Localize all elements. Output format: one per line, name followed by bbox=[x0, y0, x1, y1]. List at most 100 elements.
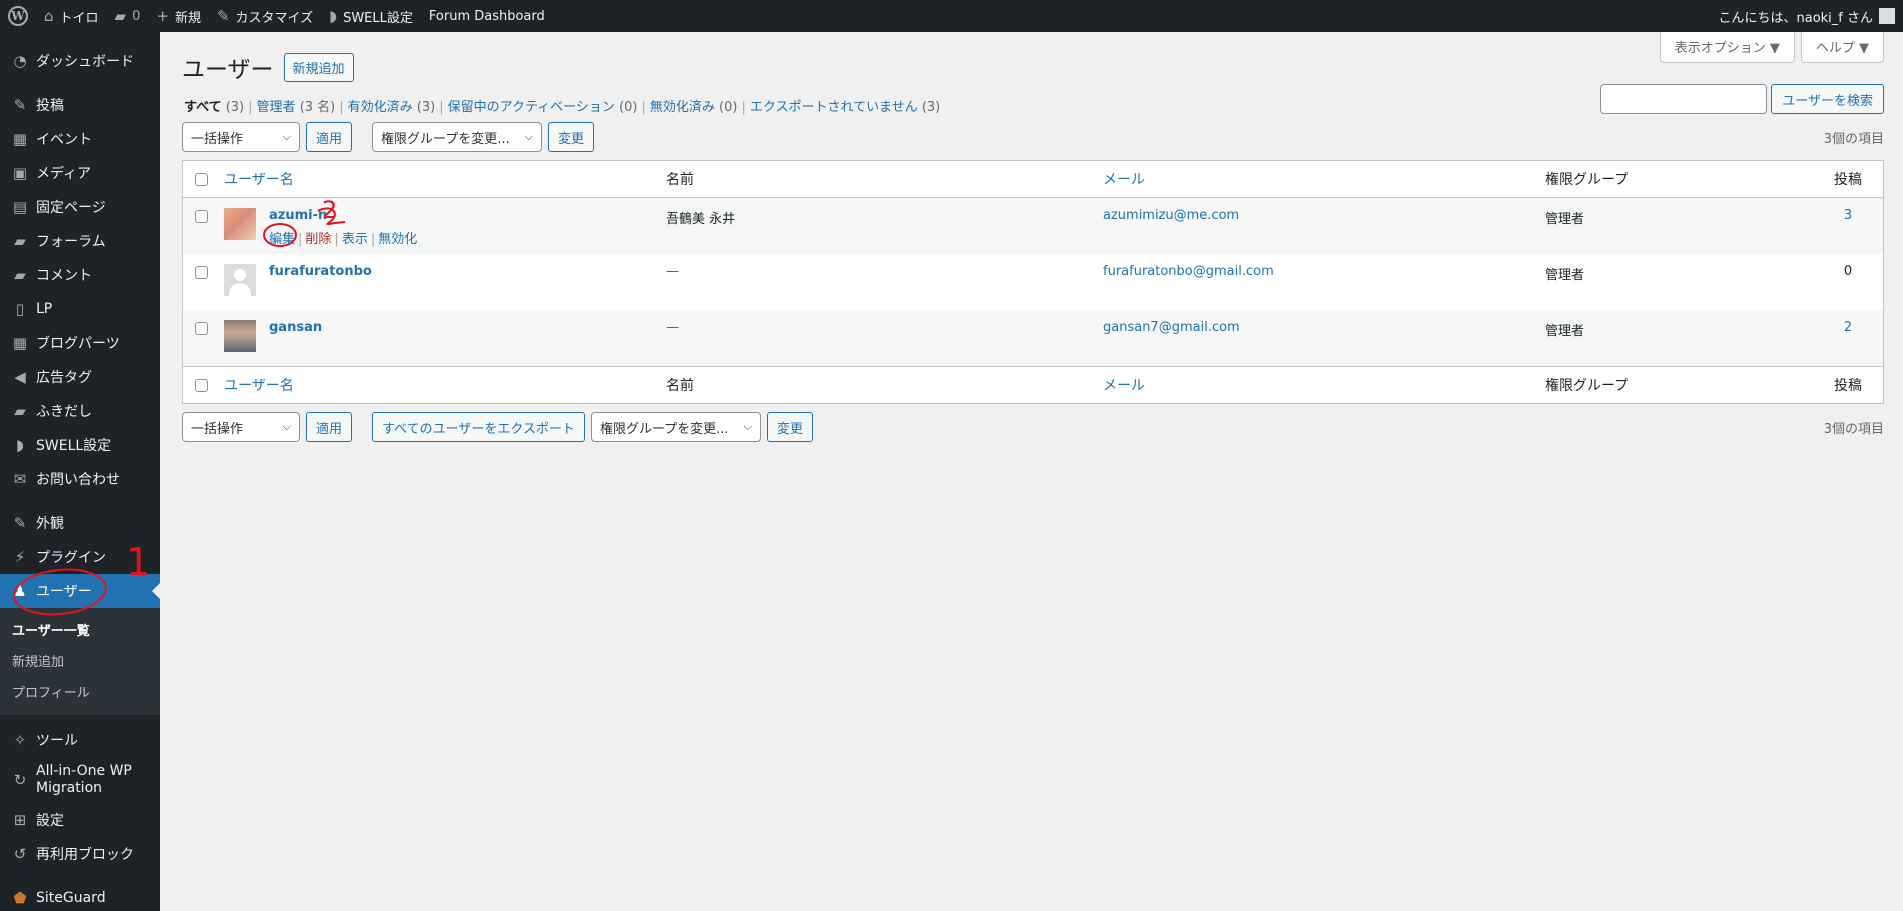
megaphone-icon: ◀ bbox=[14, 368, 26, 386]
delete-user-link[interactable]: 削除 bbox=[305, 232, 331, 247]
view-user-link[interactable]: 表示 bbox=[342, 232, 368, 247]
sidebar-item-ad-tags[interactable]: ◀ 広告タグ bbox=[0, 360, 160, 394]
row-checkbox[interactable] bbox=[195, 322, 208, 335]
sidebar-item-appearance[interactable]: ✎ 外観 bbox=[0, 506, 160, 540]
username-link[interactable]: azumi-n bbox=[269, 208, 327, 223]
bulk-apply-button[interactable]: 適用 bbox=[306, 412, 353, 442]
screen-options-button[interactable]: 表示オプション ▼ bbox=[1659, 32, 1795, 63]
edit-user-link[interactable]: 編集 bbox=[269, 232, 295, 247]
sidebar-item-contact[interactable]: ✉ お問い合わせ bbox=[0, 462, 160, 496]
view-pending-activation[interactable]: 保留中のアクティベーション bbox=[448, 100, 615, 115]
sidebar-item-reusable-blocks[interactable]: ↺ 再利用ブロック bbox=[0, 837, 160, 871]
view-count: (3 名) bbox=[299, 100, 336, 115]
select-all-checkbox[interactable] bbox=[195, 379, 208, 392]
dashboard-icon: ◔ bbox=[13, 52, 27, 70]
user-posts-link[interactable]: 3 bbox=[1823, 208, 1873, 223]
view-administrators[interactable]: 管理者 bbox=[257, 100, 296, 115]
change-role-select[interactable]: 権限グループを変更... ⌵ bbox=[590, 412, 761, 442]
pin-icon: ✎ bbox=[13, 96, 27, 114]
paintbrush-icon: ✎ bbox=[13, 514, 27, 532]
view-deactivated[interactable]: 無効化済み bbox=[650, 100, 715, 115]
search-users-button[interactable]: ユーザーを検索 bbox=[1771, 84, 1884, 114]
user-email-link[interactable]: furafuratonbo@gmail.com bbox=[1103, 264, 1274, 279]
sidebar-item-siteguard[interactable]: ⬟ SiteGuard bbox=[0, 881, 160, 911]
balloon-icon: ▰ bbox=[14, 402, 26, 420]
column-email[interactable]: メール bbox=[1103, 375, 1145, 395]
change-role-button[interactable]: 変更 bbox=[548, 122, 595, 152]
customize-link[interactable]: ✎ カスタマイズ bbox=[209, 0, 321, 32]
user-role-cell: 管理者 bbox=[1545, 324, 1585, 339]
view-all[interactable]: すべて bbox=[184, 100, 222, 115]
view-count: (3) bbox=[225, 100, 245, 115]
submenu-item-add-new[interactable]: 新規追加 bbox=[0, 645, 160, 676]
sidebar-item-label: 外観 bbox=[36, 516, 64, 532]
submenu-item-profile[interactable]: プロフィール bbox=[0, 676, 160, 707]
sidebar-item-tools[interactable]: ✧ ツール bbox=[0, 723, 160, 757]
action-separator: | bbox=[370, 232, 376, 247]
swell-settings-link[interactable]: ◗ SWELL設定 bbox=[321, 0, 421, 32]
deactivate-user-link[interactable]: 無効化 bbox=[378, 232, 417, 247]
comments-link[interactable]: ▰ 0 bbox=[107, 0, 149, 32]
username-link[interactable]: gansan bbox=[269, 320, 322, 335]
wordpress-logo-menu[interactable]: W bbox=[0, 0, 36, 32]
sidebar-item-dashboard[interactable]: ◔ ダッシュボード bbox=[0, 44, 160, 78]
view-not-exported[interactable]: エクスポートされていません bbox=[750, 100, 918, 115]
chevron-down-icon: ⌵ bbox=[282, 130, 291, 143]
row-actions: 編集 | 削除 | 表示 | 無効化 bbox=[269, 228, 417, 247]
sidebar-item-blog-parts[interactable]: ▦ ブログパーツ bbox=[0, 326, 160, 360]
items-count: 3個の項目 bbox=[1823, 421, 1884, 437]
sidebar-item-forums[interactable]: ▰ フォーラム bbox=[0, 224, 160, 258]
sidebar-item-events[interactable]: ▦ イベント bbox=[0, 122, 160, 156]
sidebar-item-balloons[interactable]: ▰ ふきだし bbox=[0, 394, 160, 428]
user-search-input[interactable] bbox=[1600, 84, 1768, 114]
username-link[interactable]: furafuratonbo bbox=[269, 264, 372, 279]
view-separator: | bbox=[439, 100, 444, 115]
new-content-menu[interactable]: + 新規 bbox=[148, 0, 209, 32]
my-account-menu[interactable]: こんにちは、naoki_f さん bbox=[1710, 0, 1903, 32]
column-username[interactable]: ユーザー名 bbox=[224, 375, 294, 395]
view-count: (0) bbox=[619, 100, 638, 115]
sidebar-item-label: SiteGuard bbox=[36, 890, 106, 906]
bulk-action-select[interactable]: 一括操作 ⌵ bbox=[182, 122, 300, 152]
row-checkbox[interactable] bbox=[195, 266, 208, 279]
sidebar-item-settings[interactable]: ⊞ 設定 bbox=[0, 803, 160, 837]
comment-icon: ▰ bbox=[114, 7, 127, 25]
user-email-link[interactable]: gansan7@gmail.com bbox=[1103, 320, 1240, 335]
column-username[interactable]: ユーザー名 bbox=[224, 169, 294, 189]
user-email-link[interactable]: azumimizu@me.com bbox=[1103, 208, 1239, 223]
help-button[interactable]: ヘルプ ▼ bbox=[1800, 32, 1884, 63]
sidebar-item-swell-settings[interactable]: ◗ SWELL設定 bbox=[0, 428, 160, 462]
view-separator: | bbox=[339, 100, 344, 115]
export-all-users-button[interactable]: すべてのユーザーをエクスポート bbox=[372, 412, 585, 442]
add-new-user-button[interactable]: 新規追加 bbox=[283, 52, 354, 82]
column-posts: 投稿 bbox=[1834, 172, 1862, 188]
user-search-box: ユーザーを検索 bbox=[1600, 84, 1884, 114]
table-footer: ユーザー名 名前 メール 権限グループ 投稿 bbox=[183, 366, 1883, 403]
sidebar-item-users[interactable]: ♟ ユーザー bbox=[0, 574, 160, 608]
action-separator: | bbox=[334, 232, 339, 247]
change-role-button[interactable]: 変更 bbox=[766, 412, 813, 442]
sidebar-item-label: SWELL設定 bbox=[36, 438, 112, 454]
sidebar-item-plugins[interactable]: ⚡ プラグイン bbox=[0, 540, 160, 574]
bulk-action-select[interactable]: 一括操作 ⌵ bbox=[182, 412, 300, 442]
bulk-apply-button[interactable]: 適用 bbox=[306, 122, 353, 152]
forum-icon: ▰ bbox=[14, 232, 26, 250]
sidebar-item-posts[interactable]: ✎ 投稿 bbox=[0, 88, 160, 122]
user-posts-link[interactable]: 2 bbox=[1823, 320, 1873, 335]
sidebar-item-pages[interactable]: ▤ 固定ページ bbox=[0, 190, 160, 224]
site-name-link[interactable]: ⌂ トイロ bbox=[36, 0, 107, 32]
view-count: (3) bbox=[921, 100, 941, 115]
submenu-item-all-users[interactable]: ユーザー一覧 bbox=[0, 614, 160, 645]
avatar bbox=[224, 264, 256, 296]
sidebar-item-label: プラグイン bbox=[36, 550, 106, 566]
sidebar-item-comments[interactable]: ▰ コメント bbox=[0, 258, 160, 292]
sidebar-item-migration[interactable]: ↻ All-in-One WP Migration bbox=[0, 757, 160, 803]
select-all-checkbox[interactable] bbox=[195, 173, 208, 186]
row-checkbox[interactable] bbox=[195, 210, 208, 223]
sidebar-item-lp[interactable]: ▯ LP bbox=[0, 292, 160, 326]
view-activated[interactable]: 有効化済み bbox=[348, 100, 413, 115]
sidebar-item-media[interactable]: ▣ メディア bbox=[0, 156, 160, 190]
change-role-select[interactable]: 権限グループを変更... ⌵ bbox=[372, 122, 543, 152]
column-email[interactable]: メール bbox=[1103, 169, 1145, 189]
forum-dashboard-link[interactable]: Forum Dashboard bbox=[421, 0, 553, 32]
